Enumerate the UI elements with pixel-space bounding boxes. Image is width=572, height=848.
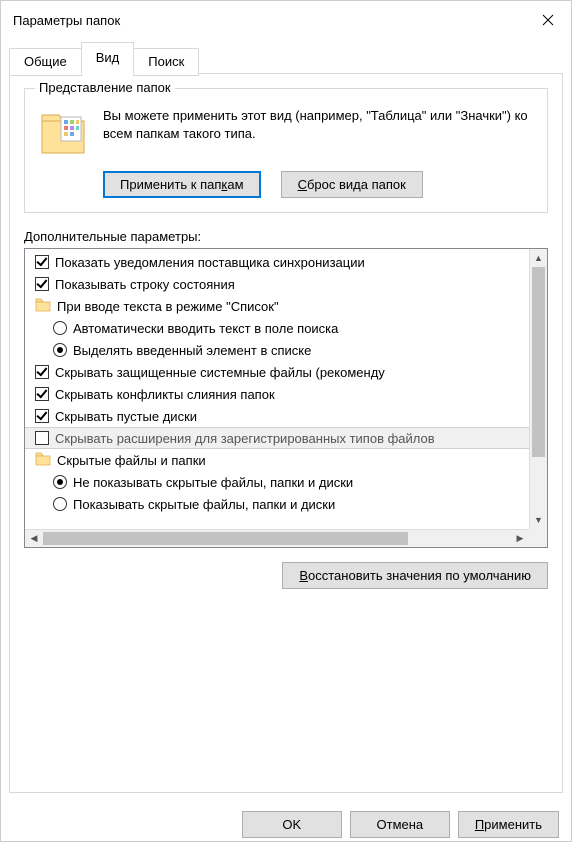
ok-button[interactable]: OK bbox=[242, 811, 342, 838]
tree-item-label: Показывать скрытые файлы, папки и диски bbox=[73, 497, 335, 512]
tree-item[interactable]: Выделять введенный элемент в списке bbox=[25, 339, 529, 361]
scroll-left-icon[interactable]: ◀ bbox=[25, 530, 43, 547]
tree-item-label: Скрытые файлы и папки bbox=[57, 453, 206, 468]
checkbox-icon[interactable] bbox=[35, 277, 49, 291]
radio-icon[interactable] bbox=[53, 475, 67, 489]
dialog-body: Общие Вид Поиск Представление папок bbox=[1, 39, 571, 801]
tab-view[interactable]: Вид bbox=[81, 42, 135, 74]
tree-item-label: Скрывать конфликты слияния папок bbox=[55, 387, 275, 402]
checkbox-icon[interactable] bbox=[35, 409, 49, 423]
restore-defaults-button[interactable]: Восстановить значения по умолчанию bbox=[282, 562, 548, 589]
tree-item-label: При вводе текста в режиме "Список" bbox=[57, 299, 279, 314]
tree-item[interactable]: Автоматически вводить текст в поле поиск… bbox=[25, 317, 529, 339]
tree-viewport: Показать уведомления поставщика синхрони… bbox=[25, 249, 529, 529]
tree-item[interactable]: Показывать строку состояния bbox=[25, 273, 529, 295]
window-title: Параметры папок bbox=[13, 13, 120, 28]
tree-item[interactable]: Показать уведомления поставщика синхрони… bbox=[25, 251, 529, 273]
tree-item-label: Скрывать защищенные системные файлы (рек… bbox=[55, 365, 385, 380]
tree-item[interactable]: При вводе текста в режиме "Список" bbox=[25, 295, 529, 317]
folder-icon bbox=[35, 298, 57, 315]
scroll-up-icon[interactable]: ▲ bbox=[530, 249, 547, 267]
tree-item[interactable]: Не показывать скрытые файлы, папки и дис… bbox=[25, 471, 529, 493]
folder-views-group: Представление папок Вы можете применить … bbox=[24, 88, 548, 213]
dialog-footer: OK Отмена Применить bbox=[1, 801, 571, 848]
tree-item[interactable]: Скрывать защищенные системные файлы (рек… bbox=[25, 361, 529, 383]
tree-item-label: Выделять введенный элемент в списке bbox=[73, 343, 311, 358]
radio-icon[interactable] bbox=[53, 321, 67, 335]
tabpanel-view: Представление папок Вы можете применить … bbox=[9, 73, 563, 793]
scroll-right-icon[interactable]: ▶ bbox=[511, 530, 529, 547]
advanced-settings-tree[interactable]: Показать уведомления поставщика синхрони… bbox=[24, 248, 548, 548]
tree-item[interactable]: Скрывать пустые диски bbox=[25, 405, 529, 427]
horizontal-scroll-thumb[interactable] bbox=[43, 532, 408, 545]
tree-item-label: Скрывать расширения для зарегистрированн… bbox=[55, 431, 435, 446]
scroll-down-icon[interactable]: ▼ bbox=[530, 511, 547, 529]
close-button[interactable] bbox=[525, 1, 571, 39]
reset-folders-button[interactable]: Сброс вида папок bbox=[281, 171, 423, 198]
horizontal-scrollbar[interactable]: ◀ ▶ bbox=[25, 529, 529, 547]
scroll-corner bbox=[529, 529, 547, 547]
vertical-scroll-thumb[interactable] bbox=[532, 267, 545, 457]
vertical-scrollbar[interactable]: ▲ ▼ bbox=[529, 249, 547, 529]
close-icon bbox=[542, 14, 554, 26]
cancel-button[interactable]: Отмена bbox=[350, 811, 450, 838]
tree-item[interactable]: Показывать скрытые файлы, папки и диски bbox=[25, 493, 529, 515]
tree-item-label: Показать уведомления поставщика синхрони… bbox=[55, 255, 365, 270]
checkbox-icon[interactable] bbox=[35, 431, 49, 445]
tabstrip: Общие Вид Поиск bbox=[9, 41, 563, 73]
tree-item[interactable]: Скрывать расширения для зарегистрированн… bbox=[25, 427, 529, 449]
tree-item-label: Автоматически вводить текст в поле поиск… bbox=[73, 321, 338, 336]
folder-template-icon bbox=[39, 109, 87, 157]
tree-item[interactable]: Скрывать конфликты слияния папок bbox=[25, 383, 529, 405]
advanced-label: Дополнительные параметры: bbox=[24, 229, 548, 244]
apply-to-folders-button[interactable]: Применить к папкам bbox=[103, 171, 261, 198]
checkbox-icon[interactable] bbox=[35, 255, 49, 269]
folder-views-legend: Представление папок bbox=[35, 80, 175, 95]
apply-button[interactable]: Применить bbox=[458, 811, 559, 838]
checkbox-icon[interactable] bbox=[35, 365, 49, 379]
tab-general[interactable]: Общие bbox=[9, 48, 82, 76]
tree-item-label: Скрывать пустые диски bbox=[55, 409, 197, 424]
folder-views-description: Вы можете применить этот вид (например, … bbox=[103, 107, 533, 142]
folder-icon bbox=[35, 452, 57, 469]
tab-search[interactable]: Поиск bbox=[133, 48, 199, 76]
radio-icon[interactable] bbox=[53, 343, 67, 357]
checkbox-icon[interactable] bbox=[35, 387, 49, 401]
radio-icon[interactable] bbox=[53, 497, 67, 511]
tree-item[interactable]: Скрытые файлы и папки bbox=[25, 449, 529, 471]
titlebar: Параметры папок bbox=[1, 1, 571, 39]
tree-item-label: Показывать строку состояния bbox=[55, 277, 235, 292]
tree-item-label: Не показывать скрытые файлы, папки и дис… bbox=[73, 475, 353, 490]
